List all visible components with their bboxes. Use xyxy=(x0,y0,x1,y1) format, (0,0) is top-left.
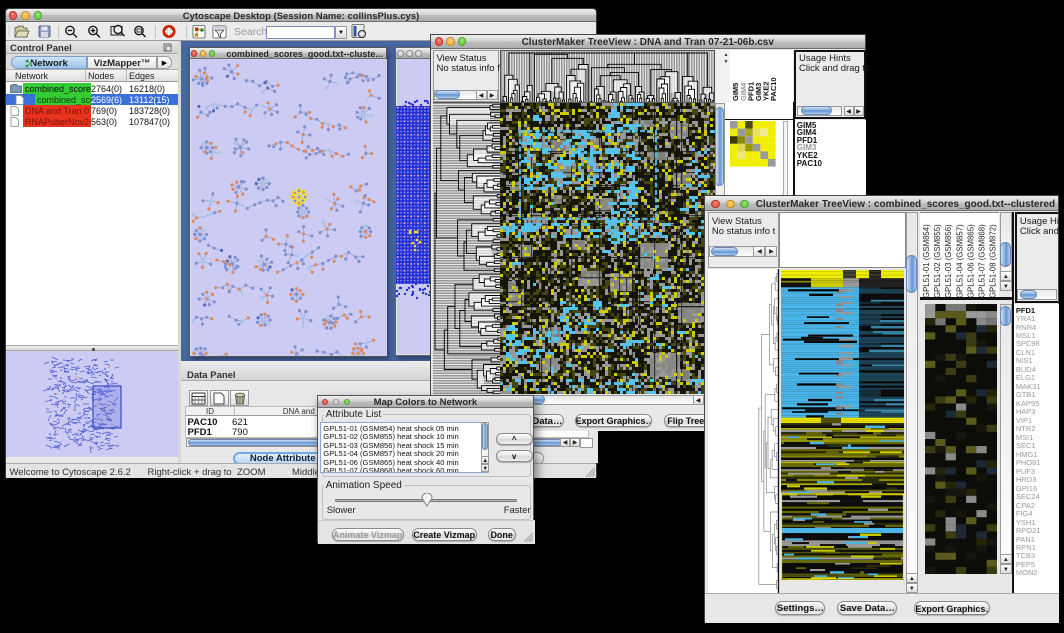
svg-text:GPL51-03 (GSM856): GPL51-03 (GSM856) xyxy=(945,224,954,298)
svg-text:GPL51-01 (GSM854): GPL51-01 (GSM854) xyxy=(922,224,931,298)
svg-text:PAC10: PAC10 xyxy=(769,77,778,101)
svg-text:GPL51-06 (GSM865): GPL51-06 (GSM865) xyxy=(967,224,976,298)
svg-text:GPL51-04 (GSM857): GPL51-04 (GSM857) xyxy=(956,224,965,298)
svg-text:GPL51-08 (GSM872): GPL51-08 (GSM872) xyxy=(989,224,998,298)
svg-text:GPL51-07 (GSM868): GPL51-07 (GSM868) xyxy=(978,224,987,298)
svg-text:GPL51-02 (GSM855): GPL51-02 (GSM855) xyxy=(933,224,942,298)
